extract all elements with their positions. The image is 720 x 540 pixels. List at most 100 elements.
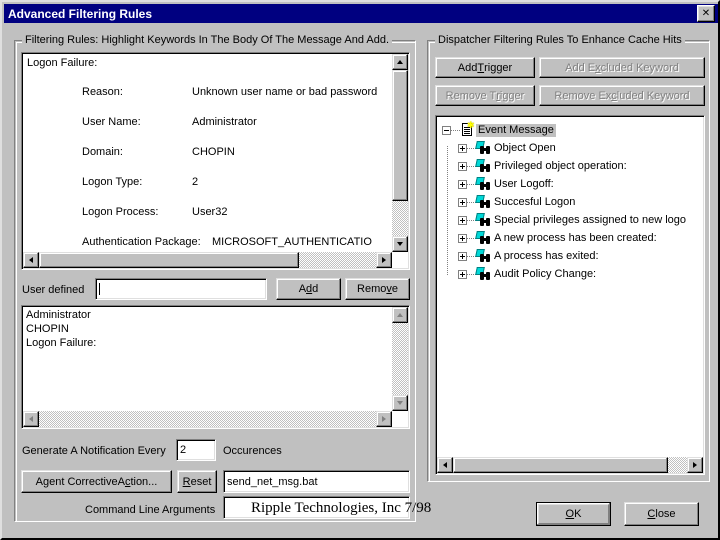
tree-collapse-icon[interactable] [442,125,451,135]
message-row-value-4: User32 [192,206,228,218]
ok-button-face: OK [538,504,609,524]
scroll-up-icon[interactable] [392,307,408,323]
message-row-label-0: Reason: [82,86,123,98]
arrow-down-glyph [397,242,403,246]
keyword-vscroll-track[interactable] [392,323,408,395]
arrow-left-glyph [29,257,33,263]
binoculars-shape [480,182,491,190]
filtering-rules-group-title: Filtering Rules: Highlight Keywords In T… [22,34,393,46]
ok-button[interactable]: OK [536,502,611,526]
remove-button-post: e [391,283,398,295]
star-overlay: ✱ [467,120,475,130]
treeview-hscrollbar[interactable] [437,457,703,473]
user-defined-label: User defined [22,284,85,296]
add-trigger-button[interactable]: Add Trigger [435,57,535,78]
agent-corrective-action-button[interactable]: Ag ent Corrective Ac tion... [21,470,172,493]
add-trigger-post: rigger [484,61,513,74]
reset-btn-post: eset [190,475,212,488]
arrow-left-glyph [29,416,33,422]
add-excluded-keyword-button[interactable]: Add Ex cluded Keyword [539,57,705,78]
tree-expand-icon[interactable] [458,143,467,153]
tree-item-3[interactable]: Succesful Logon [458,194,577,210]
tree-item-label: Object Open [494,141,556,154]
list-item[interactable]: CHOPIN [26,323,69,335]
hscroll-thumb[interactable] [39,252,299,268]
tree-expand-icon[interactable] [458,233,467,243]
remove-trigger-button[interactable]: Remove Tr igger [435,85,535,106]
tree-item-1[interactable]: Privileged object operation: [458,158,629,174]
tree-expand-icon[interactable] [458,215,467,225]
remove-keyword-button[interactable]: Remo v e [345,278,410,300]
message-row-label-1: User Name: [82,116,141,128]
add-keyword-button[interactable]: Add [276,278,341,300]
binoculars-shape [480,146,491,154]
tree-expand-icon[interactable] [458,251,467,261]
keyword-hscroll-track[interactable] [39,411,376,427]
rm-trigger-post: igger [499,89,525,102]
tree-expand-icon[interactable] [458,197,467,207]
binoculars-gem-icon [475,267,492,281]
agent-btn-post: ent Corrective [49,475,118,488]
remove-button-pre: Remo [357,283,387,295]
close-icon[interactable]: ✕ [697,5,715,22]
keyword-listbox[interactable]: Administrator CHOPIN Logon Failure: [21,305,410,429]
message-detail-listbox[interactable]: Logon Failure: Reason: Unknown user name… [21,52,410,270]
remove-excluded-keyword-button[interactable]: Remove Ex c luded Keyword [539,85,705,106]
command-line-input[interactable] [223,496,410,519]
binoculars-gem-icon [475,249,492,263]
scroll-down-icon[interactable] [392,395,408,411]
add-button-post: d [312,283,319,295]
user-defined-input[interactable] [95,278,267,300]
close-button[interactable]: Close [624,502,699,526]
arrow-right-glyph [382,416,386,422]
message-row-value-5: MICROSOFT_AUTHENTICATIO [212,236,372,248]
add-trigger-mnemonic: T [477,61,485,74]
tree-expand-icon[interactable] [458,179,467,189]
keyword-hscrollbar[interactable] [23,411,392,427]
text-caret [99,283,100,295]
scroll-right-icon[interactable] [376,252,392,268]
message-row-value-0: Unknown user name or bad password [192,86,378,98]
agent-btn-post2: tion... [130,475,158,488]
tree-expand-icon[interactable] [458,161,467,171]
agent-btn-pre: A [35,475,43,488]
tree-item-label: User Logoff: [494,177,554,190]
close-post: lose [655,508,676,520]
treeview-hscroll-thumb[interactable] [453,457,668,473]
binoculars-gem-icon [475,159,492,173]
rm-excl-pre: Remove Ex [554,89,612,102]
binoculars-shape [480,236,491,244]
notification-count-input[interactable]: 2 [176,439,216,461]
tree-item-5[interactable]: A new process has been created: [458,230,659,246]
close-mnemonic: C [647,508,656,520]
message-detail-hscrollbar[interactable] [23,252,392,268]
tree-item-0[interactable]: Object Open [458,140,558,156]
script-path-input[interactable]: send_net_msg.bat [223,470,410,493]
scroll-up-icon[interactable] [392,54,408,70]
tree-item-6[interactable]: A process has exited: [458,248,601,264]
vscroll-thumb[interactable] [392,70,408,201]
binoculars-gem-icon [475,231,492,245]
message-detail-vscrollbar[interactable] [392,54,408,252]
ok-post: K [574,508,582,520]
keyword-vscrollbar[interactable] [392,307,408,411]
scroll-left-icon[interactable] [437,457,453,473]
message-row-label-4: Logon Process: [82,206,159,218]
tree-root-row[interactable]: ✱ Event Message [442,120,556,138]
scroll-left-icon[interactable] [23,252,39,268]
list-item[interactable]: Administrator [26,309,91,321]
scroll-left-icon[interactable] [23,411,39,427]
scroll-right-icon[interactable] [376,411,392,427]
trigger-treeview[interactable]: ✱ Event Message Object Open Privileged o… [435,115,705,475]
reset-button[interactable]: Reset [177,470,217,493]
tree-item-4[interactable]: Special privileges assigned to new logo [458,212,688,228]
scroll-down-icon[interactable] [392,236,408,252]
dialog-window: Advanced Filtering Rules ✕ Filtering Rul… [0,0,720,540]
tree-item-7[interactable]: Audit Policy Change: [458,266,598,282]
tree-root-label: Event Message [476,123,556,137]
tree-item-2[interactable]: User Logoff: [458,176,556,192]
scroll-right-icon[interactable] [687,457,703,473]
list-item[interactable]: Logon Failure: [26,337,96,349]
keyword-list-content: Administrator CHOPIN Logon Failure: [24,308,391,410]
tree-expand-icon[interactable] [458,269,467,279]
